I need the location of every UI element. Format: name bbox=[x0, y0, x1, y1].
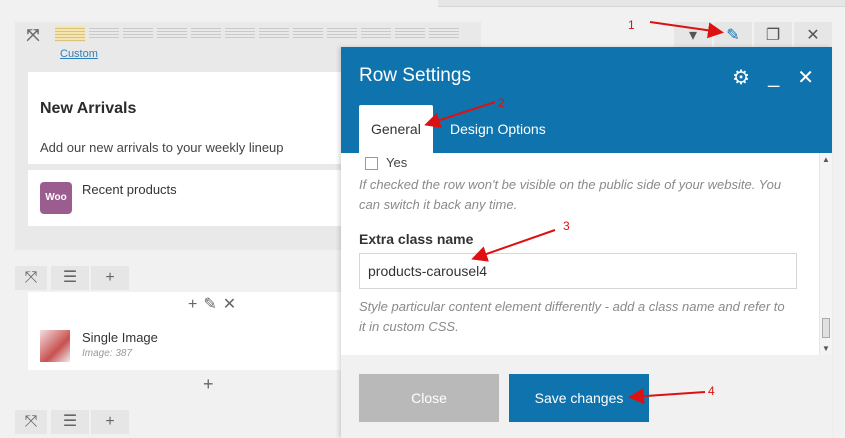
layout-icon[interactable]: ☰ bbox=[51, 266, 89, 290]
top-strip bbox=[438, 0, 845, 7]
pencil-edit-icon[interactable]: ✎ bbox=[714, 22, 752, 50]
layout-option-1[interactable] bbox=[55, 26, 85, 42]
recent-products-label: Recent products bbox=[82, 182, 177, 197]
gear-icon[interactable]: ⚙ bbox=[732, 65, 750, 90]
add-column-icon[interactable]: + bbox=[91, 266, 129, 290]
close-icon[interactable]: ✕ bbox=[797, 65, 814, 90]
scroll-down-icon[interactable]: ▼ bbox=[822, 344, 830, 353]
clone-icon[interactable]: ❐ bbox=[754, 22, 792, 50]
annotation-number-2: 2 bbox=[498, 96, 505, 110]
close-icon[interactable]: ✕ bbox=[223, 296, 242, 313]
tab-general[interactable]: General bbox=[359, 105, 433, 153]
modal-title: Row Settings bbox=[359, 65, 471, 86]
save-changes-button[interactable]: Save changes bbox=[509, 374, 649, 422]
single-image-title: Single Image bbox=[82, 330, 158, 345]
close-button[interactable]: Close bbox=[359, 374, 499, 422]
layout-option-9[interactable] bbox=[327, 26, 357, 40]
new-arrivals-title: New Arrivals bbox=[40, 100, 137, 117]
row-settings-modal: Row Settings ⚙ _ ✕ General Design Option… bbox=[341, 47, 832, 438]
move-icon[interactable]: ⤧ bbox=[15, 410, 47, 434]
move-icon[interactable]: ⤧ bbox=[15, 266, 47, 290]
layout-option-7[interactable] bbox=[259, 26, 289, 40]
layout-option-2[interactable] bbox=[89, 26, 119, 40]
chevron-down-icon[interactable]: ▾ bbox=[674, 22, 712, 50]
hide-row-help: If checked the row won't be visible on t… bbox=[359, 177, 782, 212]
delete-icon[interactable]: ✕ bbox=[794, 22, 832, 50]
scroll-thumb[interactable] bbox=[822, 318, 830, 338]
recent-products-element[interactable]: Woo Recent products bbox=[28, 170, 355, 226]
column-panel: +✎✕ Single Image Image: 387 bbox=[28, 292, 341, 370]
layout-option-3[interactable] bbox=[123, 26, 153, 40]
add-element-icon[interactable]: + bbox=[203, 374, 214, 395]
annotation-number-1: 1 bbox=[628, 18, 635, 32]
modal-window-controls: ⚙ _ ✕ bbox=[732, 65, 814, 90]
add-column-icon[interactable]: + bbox=[91, 410, 129, 434]
column-controls: +✎✕ bbox=[188, 294, 242, 314]
custom-layout-link[interactable]: Custom bbox=[60, 48, 98, 60]
checkbox-label: Yes bbox=[386, 155, 408, 170]
builder-row-3: ⤧ ☰ + bbox=[15, 410, 341, 438]
modal-header: Row Settings ⚙ _ ✕ General Design Option… bbox=[341, 47, 832, 153]
layout-option-5[interactable] bbox=[191, 26, 221, 40]
builder-row-2: ⤧ ☰ + +✎✕ Single Image Image: 387 + bbox=[15, 266, 341, 396]
extra-class-label: Extra class name bbox=[359, 231, 474, 247]
pencil-icon[interactable]: ✎ bbox=[203, 296, 222, 313]
hide-row-checkbox[interactable] bbox=[365, 157, 378, 170]
layout-option-4[interactable] bbox=[157, 26, 187, 40]
tab-design-options[interactable]: Design Options bbox=[438, 105, 558, 153]
scrollbar[interactable]: ▲ ▼ bbox=[819, 153, 832, 355]
minimize-icon[interactable]: _ bbox=[768, 66, 779, 89]
layout-picker bbox=[55, 26, 459, 42]
image-thumbnail-icon bbox=[40, 330, 70, 362]
single-image-meta: Image: 387 bbox=[82, 348, 133, 359]
layout-option-11[interactable] bbox=[395, 26, 425, 40]
extra-class-help: Style particular content element differe… bbox=[359, 299, 785, 334]
woo-icon: Woo bbox=[40, 182, 72, 214]
layout-option-10[interactable] bbox=[361, 26, 391, 40]
layout-icon[interactable]: ☰ bbox=[51, 410, 89, 434]
layout-option-6[interactable] bbox=[225, 26, 255, 40]
layout-option-8[interactable] bbox=[293, 26, 323, 40]
add-icon[interactable]: + bbox=[188, 296, 203, 313]
new-arrivals-panel: New Arrivals Add our new arrivals to you… bbox=[28, 72, 355, 164]
annotation-number-4: 4 bbox=[708, 384, 715, 398]
extra-class-input[interactable] bbox=[359, 253, 797, 289]
annotation-number-3: 3 bbox=[563, 219, 570, 233]
new-arrivals-subtitle: Add our new arrivals to your weekly line… bbox=[40, 140, 284, 155]
modal-footer: Close Save changes bbox=[341, 355, 832, 438]
layout-option-12[interactable] bbox=[429, 26, 459, 40]
scroll-up-icon[interactable]: ▲ bbox=[822, 155, 830, 164]
move-icon[interactable]: ⤧ bbox=[23, 26, 43, 46]
modal-body: Yes If checked the row won't be visible … bbox=[341, 153, 832, 355]
